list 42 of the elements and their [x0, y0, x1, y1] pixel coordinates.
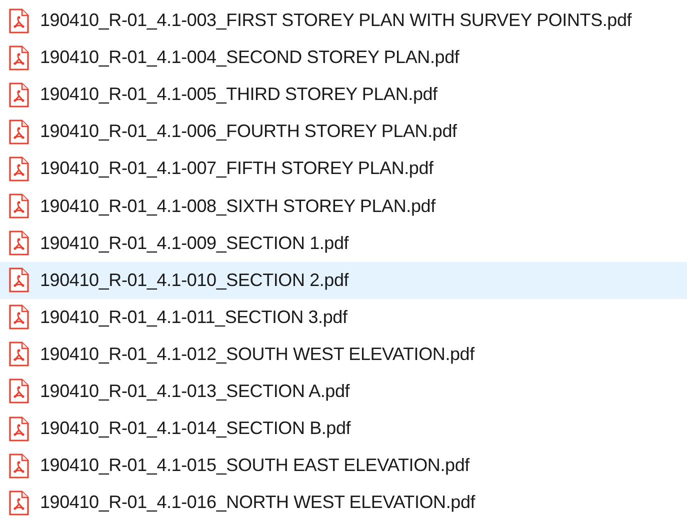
pdf-file-icon: [8, 44, 30, 71]
pdf-file-icon: [8, 304, 30, 330]
pdf-file-icon: [8, 490, 30, 516]
pdf-file-icon: [8, 156, 30, 182]
file-row[interactable]: 190410_R-01_4.1-006_FOURTH STOREY PLAN.pdf: [0, 113, 687, 150]
pdf-file-icon: [8, 416, 30, 442]
pdf-file-icon: [8, 193, 30, 220]
file-name: 190410_R-01_4.1-010_SECTION 2.pdf: [40, 270, 349, 291]
file-row[interactable]: 190410_R-01_4.1-013_SECTION A.pdf: [0, 372, 687, 410]
pdf-file-icon: [8, 452, 30, 479]
file-row[interactable]: 190410_R-01_4.1-003_FIRST STOREY PLAN WITH SURVEY POINTS.pdf: [0, 2, 687, 40]
file-row[interactable]: 190410_R-01_4.1-007_FIFTH STOREY PLAN.pdf: [0, 150, 687, 188]
file-row[interactable]: 190410_R-01_4.1-005_THIRD STOREY PLAN.pdf: [0, 76, 687, 114]
pdf-file-icon: [8, 341, 30, 368]
pdf-file-icon: [8, 82, 30, 108]
file-row[interactable]: 190410_R-01_4.1-015_SOUTH EAST ELEVATION.pdf: [0, 447, 687, 484]
file-row[interactable]: 190410_R-01_4.1-016_NORTH WEST ELEVATION.pdf: [0, 484, 687, 519]
pdf-file-icon: [8, 8, 30, 34]
file-row[interactable]: 190410_R-01_4.1-008_SIXTH STOREY PLAN.pdf: [0, 187, 687, 225]
file-name: 190410_R-01_4.1-015_SOUTH EAST ELEVATION.pdf: [40, 455, 470, 476]
file-name: 190410_R-01_4.1-014_SECTION B.pdf: [40, 418, 351, 440]
file-row[interactable]: 190410_R-01_4.1-012_SOUTH WEST ELEVATION.pdf: [0, 336, 687, 373]
file-name: 190410_R-01_4.1-003_FIRST STOREY PLAN WITH SURVEY POINTS.pdf: [40, 10, 632, 32]
file-name: 190410_R-01_4.1-008_SIXTH STOREY PLAN.pdf: [40, 196, 436, 217]
file-name: 190410_R-01_4.1-006_FOURTH STOREY PLAN.pdf: [40, 121, 457, 142]
file-row[interactable]: 190410_R-01_4.1-004_SECOND STOREY PLAN.pdf: [0, 39, 687, 76]
pdf-file-icon: [8, 118, 30, 145]
file-row[interactable]: 190410_R-01_4.1-011_SECTION 3.pdf: [0, 298, 687, 336]
pdf-file-icon: [8, 378, 30, 404]
file-row[interactable]: 190410_R-01_4.1-010_SECTION 2.pdf: [0, 262, 687, 299]
file-name: 190410_R-01_4.1-007_FIFTH STOREY PLAN.pdf: [40, 158, 434, 180]
file-row[interactable]: 190410_R-01_4.1-009_SECTION 1.pdf: [0, 224, 687, 262]
file-row[interactable]: 190410_R-01_4.1-014_SECTION B.pdf: [0, 410, 687, 448]
file-name: 190410_R-01_4.1-004_SECOND STOREY PLAN.pdf: [40, 47, 460, 68]
pdf-file-icon: [8, 230, 30, 256]
pdf-file-icon: [8, 267, 30, 294]
file-name: 190410_R-01_4.1-016_NORTH WEST ELEVATION.pdf: [40, 492, 476, 514]
file-name: 190410_R-01_4.1-013_SECTION A.pdf: [40, 380, 350, 402]
file-name: 190410_R-01_4.1-012_SOUTH WEST ELEVATION.pdf: [40, 344, 474, 365]
file-name: 190410_R-01_4.1-011_SECTION 3.pdf: [40, 306, 348, 328]
file-name: 190410_R-01_4.1-009_SECTION 1.pdf: [40, 232, 349, 254]
file-name: 190410_R-01_4.1-005_THIRD STOREY PLAN.pdf: [40, 84, 438, 106]
